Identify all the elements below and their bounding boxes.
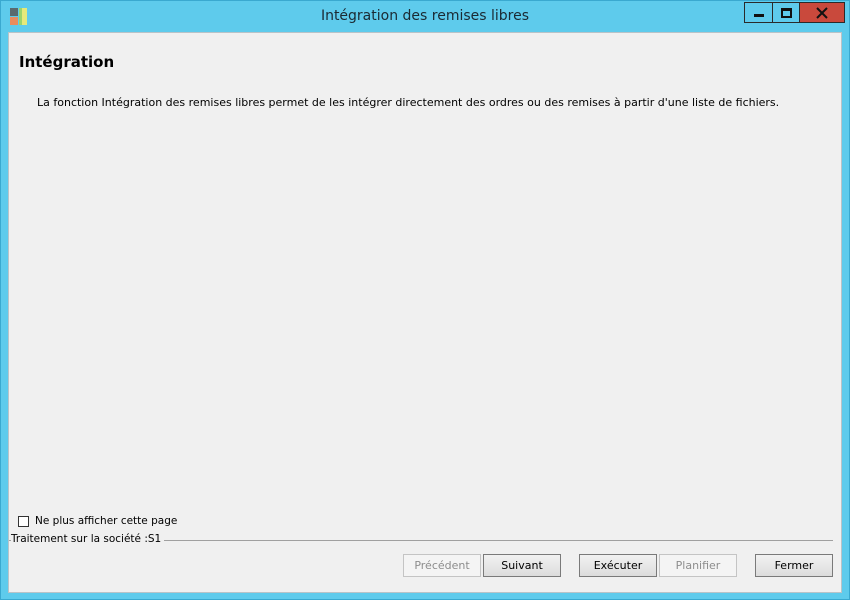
wizard-panel: Intégration La fonction Intégration des … [8,32,842,593]
page-description: La fonction Intégration des remises libr… [37,96,780,109]
next-button[interactable]: Suivant [483,554,561,577]
company-status: Traitement sur la société :S1 [11,533,165,545]
hide-page-checkbox[interactable] [18,515,29,527]
previous-button[interactable]: Précédent [403,554,481,577]
minimize-button[interactable] [744,2,772,23]
schedule-button[interactable]: Planifier [659,554,737,577]
execute-button[interactable]: Exécuter [579,554,657,577]
close-icon [816,7,828,19]
hide-page-checkbox-label[interactable]: Ne plus afficher cette page [35,515,177,527]
title-bar[interactable]: Intégration des remises libres [1,1,849,32]
close-button[interactable]: Fermer [755,554,833,577]
page-title: Intégration [19,53,115,71]
maximize-button[interactable] [772,2,800,23]
close-window-button[interactable] [800,2,845,23]
application-window: Intégration des remises libres Intégrati… [0,0,850,600]
hide-page-checkbox-row[interactable]: Ne plus afficher cette page [18,513,177,529]
window-title: Intégration des remises libres [320,8,530,24]
